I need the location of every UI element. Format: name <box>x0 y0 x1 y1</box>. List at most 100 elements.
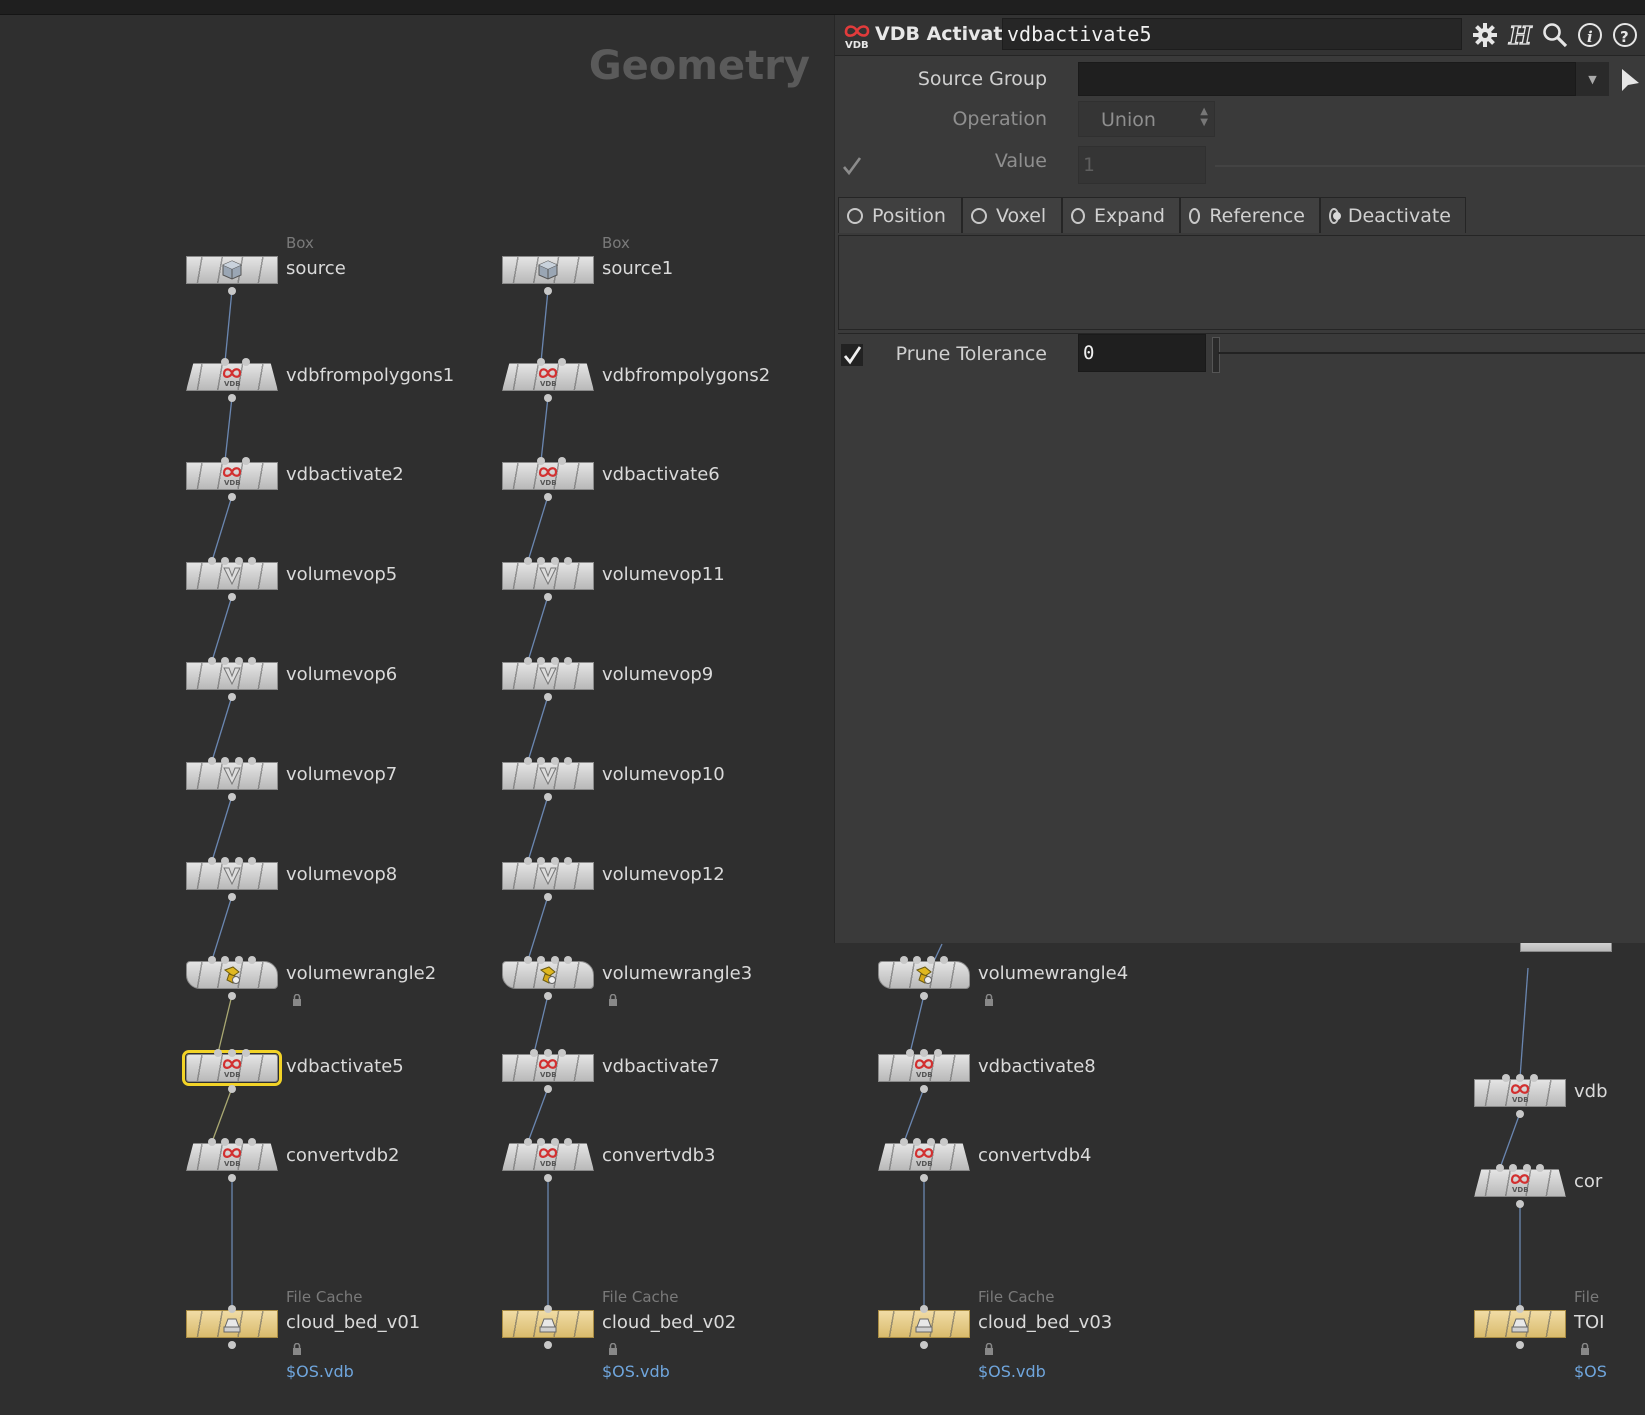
input-port[interactable] <box>221 358 229 366</box>
input-port[interactable] <box>551 1138 559 1146</box>
input-port[interactable] <box>537 757 545 765</box>
input-port[interactable] <box>927 1138 935 1146</box>
prune-tolerance-field[interactable]: 0 <box>1078 334 1206 372</box>
output-port[interactable] <box>1516 1341 1524 1349</box>
output-port[interactable] <box>920 1341 928 1349</box>
input-port[interactable] <box>558 457 566 465</box>
prune-tolerance-slider[interactable] <box>1218 352 1645 354</box>
input-port[interactable] <box>208 557 216 565</box>
input-port[interactable] <box>1496 1164 1504 1172</box>
input-port[interactable] <box>524 956 532 964</box>
input-port[interactable] <box>208 1138 216 1146</box>
input-port[interactable] <box>228 1049 236 1057</box>
input-port[interactable] <box>208 657 216 665</box>
input-port[interactable] <box>524 657 532 665</box>
output-port[interactable] <box>228 793 236 801</box>
operation-menu[interactable]: Union ▲ ▼ <box>1078 101 1215 137</box>
input-port[interactable] <box>537 457 545 465</box>
input-port[interactable] <box>537 358 545 366</box>
tab-expand[interactable]: Expand <box>1062 197 1180 233</box>
output-port[interactable] <box>544 893 552 901</box>
output-port[interactable] <box>544 394 552 402</box>
input-port[interactable] <box>235 657 243 665</box>
input-port[interactable] <box>235 757 243 765</box>
input-port[interactable] <box>208 857 216 865</box>
input-port[interactable] <box>208 956 216 964</box>
input-port[interactable] <box>242 358 250 366</box>
input-port[interactable] <box>537 557 545 565</box>
input-port[interactable] <box>524 757 532 765</box>
output-port[interactable] <box>1516 1110 1524 1118</box>
input-port[interactable] <box>537 1138 545 1146</box>
output-port[interactable] <box>228 1085 236 1093</box>
input-port[interactable] <box>564 557 572 565</box>
input-port[interactable] <box>221 457 229 465</box>
input-port[interactable] <box>214 1049 222 1057</box>
input-port[interactable] <box>235 956 243 964</box>
output-port[interactable] <box>544 1341 552 1349</box>
output-port[interactable] <box>920 1174 928 1182</box>
output-port[interactable] <box>228 693 236 701</box>
output-port[interactable] <box>1516 1200 1524 1208</box>
output-port[interactable] <box>544 287 552 295</box>
output-port[interactable] <box>228 992 236 1000</box>
input-port[interactable] <box>1516 1305 1524 1313</box>
output-port[interactable] <box>228 394 236 402</box>
input-port[interactable] <box>940 1138 948 1146</box>
output-port[interactable] <box>920 992 928 1000</box>
tab-voxel[interactable]: Voxel <box>962 197 1062 233</box>
output-port[interactable] <box>544 593 552 601</box>
output-port[interactable] <box>544 992 552 1000</box>
input-port[interactable] <box>235 557 243 565</box>
arrow-pointer-icon[interactable] <box>1619 67 1641 97</box>
input-port[interactable] <box>900 1138 908 1146</box>
tab-position[interactable]: Position <box>838 197 962 233</box>
input-port[interactable] <box>551 956 559 964</box>
input-port[interactable] <box>1530 1074 1538 1082</box>
info-icon[interactable]: i <box>1575 20 1605 50</box>
input-port[interactable] <box>248 557 256 565</box>
input-port[interactable] <box>242 457 250 465</box>
output-port[interactable] <box>228 1341 236 1349</box>
input-port[interactable] <box>920 1305 928 1313</box>
input-port[interactable] <box>221 1138 229 1146</box>
question-icon[interactable]: ? <box>1610 20 1640 50</box>
input-port[interactable] <box>913 956 921 964</box>
slider-handle[interactable] <box>1212 337 1220 373</box>
input-port[interactable] <box>537 657 545 665</box>
input-port[interactable] <box>228 1305 236 1313</box>
input-port[interactable] <box>551 757 559 765</box>
input-port[interactable] <box>248 857 256 865</box>
input-port[interactable] <box>221 557 229 565</box>
output-port[interactable] <box>228 287 236 295</box>
input-port[interactable] <box>920 1049 928 1057</box>
output-port[interactable] <box>228 593 236 601</box>
input-port[interactable] <box>537 857 545 865</box>
chevron-down-icon[interactable]: ▼ <box>1575 62 1609 96</box>
node-name-field[interactable]: vdbactivate5 <box>1002 18 1462 50</box>
output-port[interactable] <box>544 493 552 501</box>
input-port[interactable] <box>235 857 243 865</box>
input-port[interactable] <box>564 1138 572 1146</box>
input-port[interactable] <box>248 956 256 964</box>
output-port[interactable] <box>228 893 236 901</box>
input-port[interactable] <box>1509 1164 1517 1172</box>
search-icon[interactable] <box>1540 20 1570 50</box>
output-port[interactable] <box>920 1085 928 1093</box>
input-port[interactable] <box>524 557 532 565</box>
input-port[interactable] <box>235 1138 243 1146</box>
input-port[interactable] <box>208 757 216 765</box>
gear-icon[interactable] <box>1470 20 1500 50</box>
output-port[interactable] <box>544 1085 552 1093</box>
input-port[interactable] <box>1516 1074 1524 1082</box>
input-port[interactable] <box>1523 1164 1531 1172</box>
input-port[interactable] <box>551 657 559 665</box>
input-port[interactable] <box>906 1049 914 1057</box>
source-group-field[interactable] <box>1078 62 1608 96</box>
value-slider[interactable] <box>1215 165 1645 167</box>
output-port[interactable] <box>544 693 552 701</box>
input-port[interactable] <box>221 757 229 765</box>
input-port[interactable] <box>544 1049 552 1057</box>
input-port[interactable] <box>221 956 229 964</box>
tab-deactivate[interactable]: Deactivate <box>1320 197 1466 233</box>
